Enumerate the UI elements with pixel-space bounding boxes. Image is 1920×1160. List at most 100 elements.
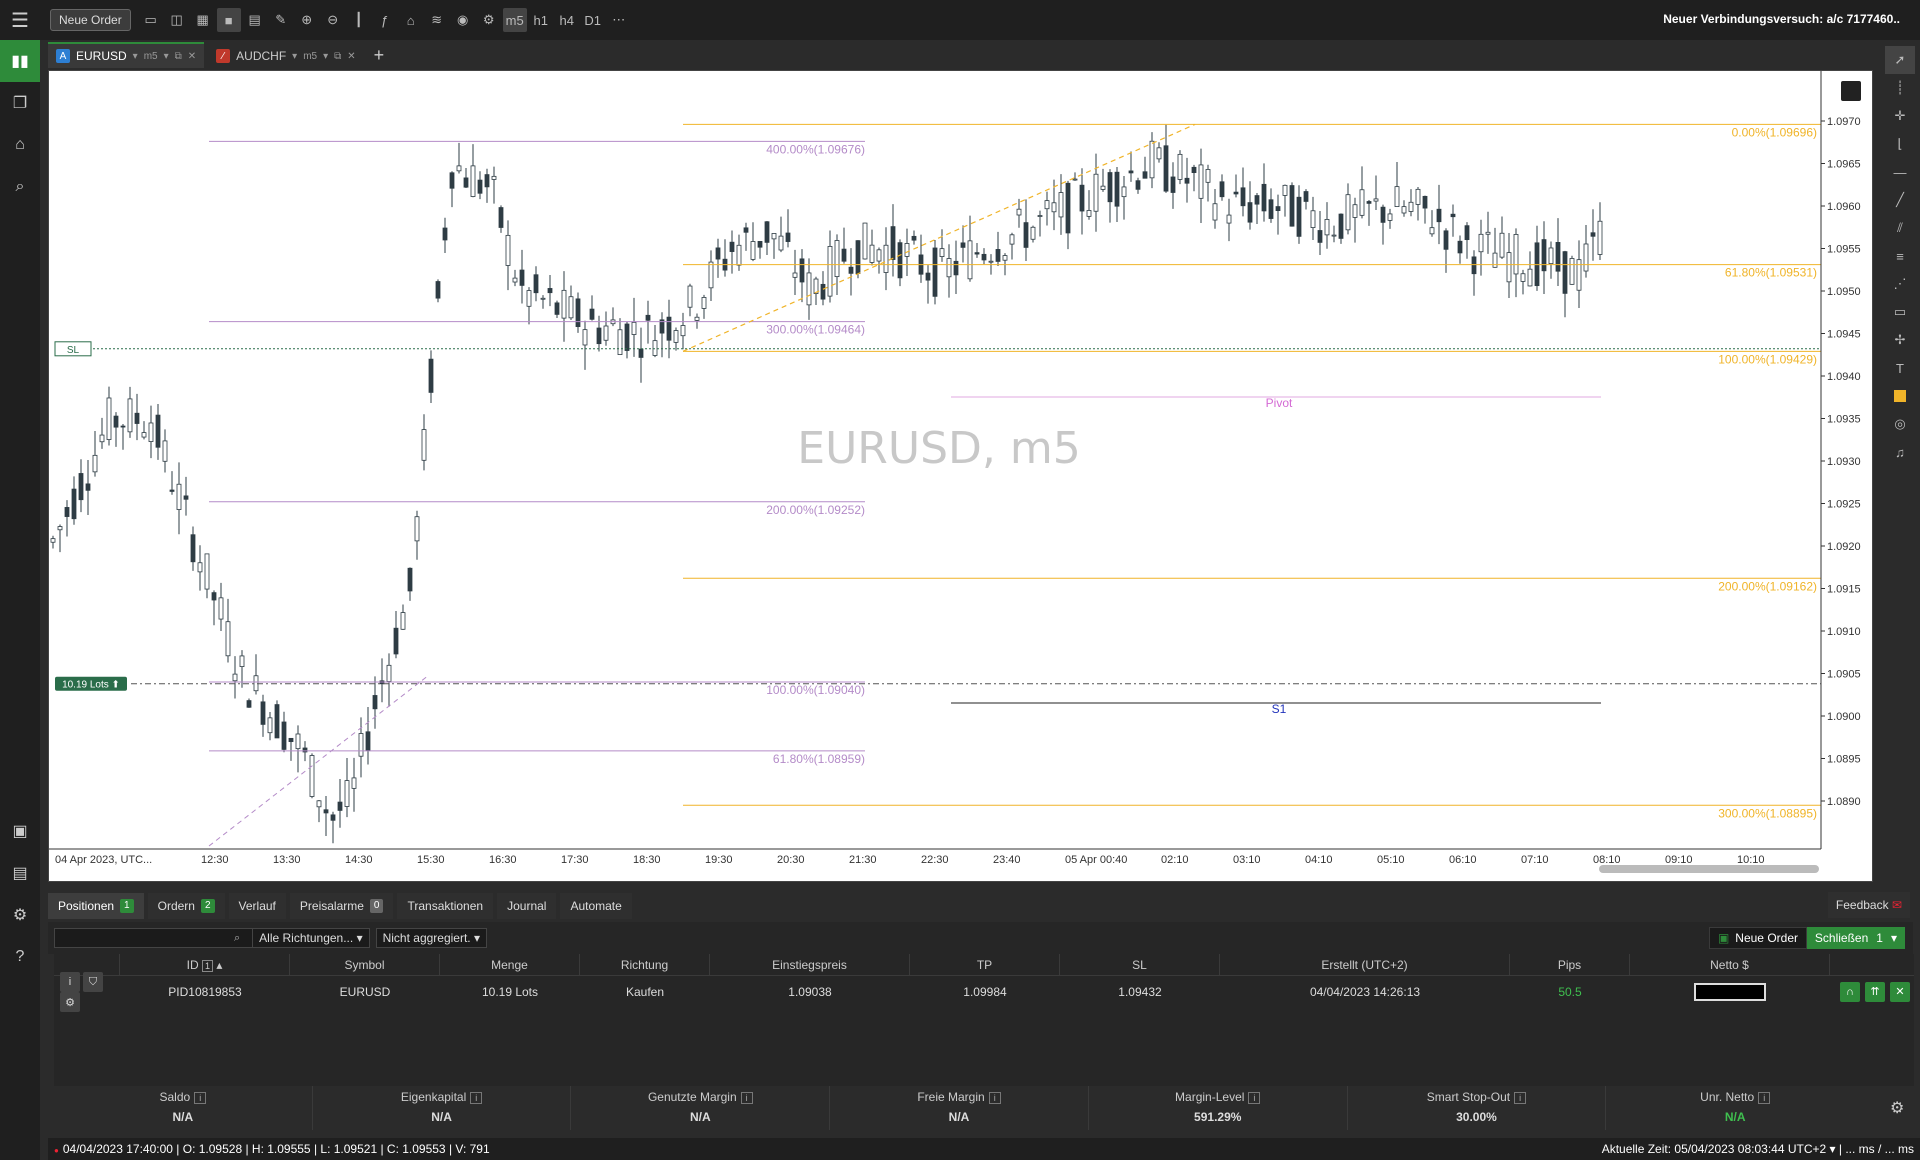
chevron-down-icon[interactable]: ▾ <box>164 51 169 62</box>
col-net[interactable]: Netto $ <box>1630 953 1830 976</box>
candles-icon[interactable]: ┃ <box>347 8 371 32</box>
close-icon[interactable]: ✕ <box>347 51 355 62</box>
trade-icon[interactable]: ▮▮ <box>0 40 40 82</box>
info-icon[interactable]: i <box>1514 1092 1527 1104</box>
monitor-icon[interactable]: ▭ <box>139 8 163 32</box>
timeframe-h4[interactable]: h4 <box>555 8 579 32</box>
settings-chart-icon[interactable]: ⚙ <box>477 8 501 32</box>
tab-transactions[interactable]: Transaktionen <box>397 893 494 919</box>
new-order-panel-button[interactable]: ▣ Neue Order <box>1708 927 1807 949</box>
feedback-button[interactable]: Feedback ✉ <box>1827 892 1910 918</box>
pattern-icon[interactable]: ⋰ <box>1885 270 1915 298</box>
gear-icon[interactable]: ⚙ <box>1890 1098 1904 1118</box>
analyze-icon[interactable]: ⌕ <box>0 166 40 208</box>
horizontal-line-icon[interactable]: — <box>1885 158 1915 186</box>
detach-icon[interactable]: ⧉ <box>175 51 182 62</box>
gear-icon[interactable]: ⚙ <box>0 894 40 936</box>
current-time[interactable]: Aktuelle Zeit: 05/04/2023 08:03:44 UTC+2… <box>1602 1142 1914 1156</box>
color-icon[interactable] <box>1885 382 1915 410</box>
col-created[interactable]: Erstellt (UTC+2) <box>1220 953 1510 976</box>
fibonacci-icon[interactable]: ≡ <box>1885 242 1915 270</box>
close-all-button[interactable]: Schließen 1 ▾ <box>1806 927 1905 949</box>
tab-eurusd[interactable]: A EURUSD ▾ m5 ▾ ⧉ ✕ <box>48 42 205 68</box>
direction-filter[interactable]: Alle Richtungen... ▾ <box>252 928 370 948</box>
tab-journal[interactable]: Journal <box>497 893 557 919</box>
col-sl[interactable]: SL <box>1060 953 1220 976</box>
tab-automate[interactable]: Automate <box>560 893 632 919</box>
col-id[interactable]: ID 1 ▴ <box>120 953 290 976</box>
info-icon[interactable]: i <box>988 1092 1001 1104</box>
chevron-down-icon[interactable]: ▾ <box>133 51 138 62</box>
info-icon[interactable]: i <box>1758 1092 1771 1104</box>
new-order-button[interactable]: Neue Order <box>50 9 131 31</box>
add-tab-icon[interactable]: + <box>368 42 391 68</box>
cell-sl[interactable]: 1.09432 <box>1060 985 1220 999</box>
info-icon[interactable]: i <box>60 971 80 992</box>
timeframe-d1[interactable]: D1 <box>581 8 605 32</box>
copy-icon[interactable]: ❐ <box>0 82 40 124</box>
layout-single-icon[interactable]: ◫ <box>165 8 189 32</box>
chevron-down-icon[interactable]: ▾ <box>292 51 297 62</box>
col-quantity[interactable]: Menge <box>440 953 580 976</box>
eye-icon[interactable]: ◉ <box>451 8 475 32</box>
zoom-in-icon[interactable]: ⊕ <box>295 8 319 32</box>
help-icon[interactable]: ? <box>0 936 40 978</box>
shield-icon[interactable]: ⛉ <box>83 972 103 993</box>
gear-icon[interactable]: ⚙ <box>60 992 80 1013</box>
rectangle-icon[interactable]: ▭ <box>1885 298 1915 326</box>
indicator-icon[interactable]: ƒ <box>373 8 397 32</box>
search-input[interactable] <box>54 928 254 948</box>
col-tp[interactable]: TP <box>910 953 1060 976</box>
trendline-icon[interactable]: ╱ <box>1885 186 1915 214</box>
cursor-icon[interactable]: ➚ <box>1885 46 1915 74</box>
camera-icon[interactable]: ◎ <box>1885 410 1915 438</box>
menu-icon[interactable]: ☰ <box>0 0 40 40</box>
reverse-icon[interactable]: ∩ <box>1840 982 1860 1003</box>
chevron-down-icon[interactable]: ▾ <box>323 51 328 62</box>
double-icon[interactable]: ⇈ <box>1865 981 1885 1002</box>
automate-icon[interactable]: ⌂ <box>0 124 40 166</box>
tab-timeframe[interactable]: m5 <box>144 51 158 62</box>
vertical-line-icon[interactable]: ┊ <box>1885 74 1915 102</box>
table-row[interactable]: i ⛉⚙ PID10819853 EURUSD 10.19 Lots Kaufen… <box>54 971 1914 1013</box>
col-symbol[interactable]: Symbol <box>290 953 440 976</box>
chart-canvas[interactable]: 400.00%(1.09676) 300.00%(1.09464) 200.00%(… <box>49 71 1874 883</box>
layout-full-icon[interactable]: ■ <box>216 8 241 32</box>
more-icon[interactable]: ⋯ <box>607 8 631 32</box>
info-icon[interactable]: i <box>1248 1092 1261 1104</box>
close-icon[interactable]: ✕ <box>1890 981 1910 1002</box>
timeframe-h1[interactable]: h1 <box>529 8 553 32</box>
cell-tp[interactable]: 1.09984 <box>910 985 1060 999</box>
tab-timeframe[interactable]: m5 <box>303 51 317 62</box>
tab-positions[interactable]: Positionen 1 <box>48 893 144 919</box>
ruler-icon[interactable]: ⌊ <box>1885 130 1915 158</box>
price-chart[interactable]: 400.00%(1.09676) 300.00%(1.09464) 200.00%(… <box>48 70 1873 882</box>
channel-icon[interactable]: ⫽ <box>1885 214 1915 242</box>
info-icon[interactable]: i <box>470 1092 483 1104</box>
chart-type-icon[interactable]: ✎ <box>269 8 293 32</box>
tab-orders[interactable]: Ordern 2 <box>147 893 225 919</box>
tab-audchf[interactable]: ⁄ AUDCHF ▾ m5 ▾ ⧉ ✕ <box>208 42 364 68</box>
bell-icon[interactable]: ♫ <box>1885 438 1915 466</box>
timeframe-m5[interactable]: m5 <box>502 8 527 32</box>
layout-grid-icon[interactable]: ▦ <box>191 8 215 32</box>
layout-split-icon[interactable]: ▤ <box>243 8 267 32</box>
info-icon[interactable]: i <box>740 1092 753 1104</box>
text-icon[interactable]: T <box>1885 354 1915 382</box>
layers-icon[interactable]: ≋ <box>425 8 449 32</box>
close-icon[interactable]: ✕ <box>188 51 196 62</box>
crosshair-icon[interactable]: ✛ <box>1885 102 1915 130</box>
aggregation-filter[interactable]: Nicht aggregiert. ▾ <box>375 928 487 948</box>
tab-history[interactable]: Verlauf <box>228 893 286 919</box>
pin-icon[interactable]: ✢ <box>1885 326 1915 354</box>
col-direction[interactable]: Richtung <box>580 953 710 976</box>
wallet-icon[interactable]: ▤ <box>0 852 40 894</box>
chevron-down-icon[interactable]: ▾ <box>1891 927 1897 949</box>
info-icon[interactable]: i <box>194 1092 207 1104</box>
col-entry-price[interactable]: Einstiegspreis <box>710 953 910 976</box>
detach-icon[interactable]: ⧉ <box>334 51 341 62</box>
tab-price-alerts[interactable]: Preisalarme 0 <box>289 893 394 919</box>
robot-icon[interactable]: ⌂ <box>399 8 423 32</box>
broker-icon[interactable]: ▣ <box>0 810 40 852</box>
col-pips[interactable]: Pips <box>1510 953 1630 976</box>
